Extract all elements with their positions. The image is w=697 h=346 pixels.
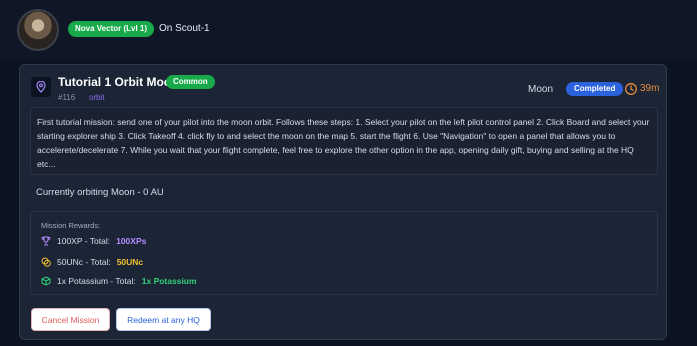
mission-category: orbit [89, 93, 105, 102]
coins-icon [41, 257, 51, 267]
orbit-status: Currently orbiting Moon - 0 AU [36, 187, 164, 198]
reward-unc: 50UNc - Total: 50UNc [41, 257, 143, 267]
rewards-title: Mission Rewards: [41, 221, 101, 230]
mission-description: First tutorial mission: send one of your… [30, 107, 658, 175]
pilot-avatar[interactable] [17, 9, 59, 51]
clock-icon [625, 83, 637, 95]
top-header: Nova Vector (Lvl 1) On Scout-1 [0, 0, 697, 60]
cube-icon [41, 276, 51, 286]
reward-resource-label: 1x Potassium - Total: [57, 276, 136, 286]
status-badge: Completed [566, 82, 624, 96]
rewards-panel: Mission Rewards: 100XP - Total: 100XPs 5… [30, 211, 658, 295]
trophy-icon [41, 236, 51, 246]
reward-resource-total: 1x Potassium [141, 276, 197, 286]
mission-title: Tutorial 1 Orbit Moon [58, 75, 179, 89]
location-pin-icon [31, 77, 51, 97]
mission-timer: 39m [640, 83, 660, 94]
mission-id: #116 [58, 93, 76, 102]
reward-unc-total: 50UNc [116, 257, 144, 267]
rarity-badge: Common [166, 75, 215, 89]
reward-resource: 1x Potassium - Total: 1x Potassium [41, 276, 197, 286]
reward-xp-label: 100XP - Total: [57, 236, 111, 246]
reward-xp: 100XP - Total: 100XPs [41, 236, 146, 246]
redeem-hq-button[interactable]: Redeem at any HQ [116, 308, 211, 331]
reward-xp-total: 100XPs [116, 236, 147, 246]
mission-card: Tutorial 1 Orbit Moon Common #116 orbit … [19, 64, 667, 340]
mission-destination: Moon [528, 84, 554, 95]
ship-status-label: On Scout-1 [159, 23, 210, 34]
reward-unc-label: 50UNc - Total: [57, 257, 111, 267]
pilot-level-badge[interactable]: Nova Vector (Lvl 1) [68, 21, 155, 37]
cancel-mission-button[interactable]: Cancel Mission [31, 308, 110, 331]
